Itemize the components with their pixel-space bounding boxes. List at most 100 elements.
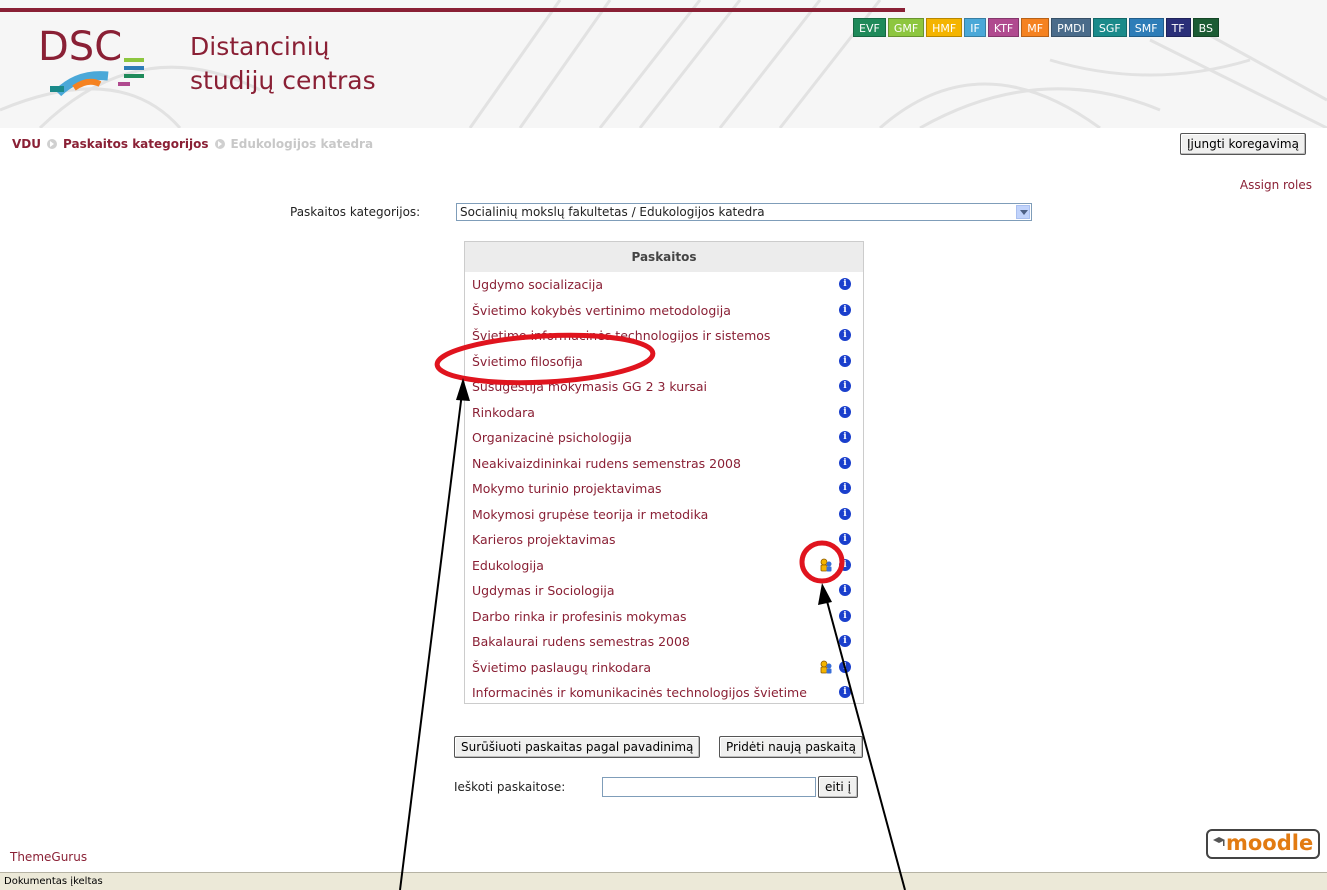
info-icon[interactable]: i xyxy=(839,405,851,418)
category-select[interactable]: Socialinių mokslų fakultetas / Edukologi… xyxy=(456,203,1032,221)
faculty-tab-evf[interactable]: EVF xyxy=(853,18,886,37)
course-link[interactable]: Susugestija mokymasis GG 2 3 kursai xyxy=(472,379,707,394)
site-name-line2: studijų centras xyxy=(190,66,376,95)
info-icon[interactable]: i xyxy=(839,329,851,341)
course-link[interactable]: Švietimo kokybės vertinimo metodologija xyxy=(472,303,731,318)
info-icon[interactable]: i xyxy=(839,278,851,290)
info-icon[interactable]: i xyxy=(839,660,851,673)
course-link[interactable]: Organizacinė psichologija xyxy=(472,430,632,445)
course-row: Mokymo turinio projektavimas i xyxy=(465,476,863,502)
breadcrumb-home[interactable]: VDU xyxy=(12,137,41,151)
sort-courses-button[interactable]: Surūšiuoti paskaitas pagal pavadinimą xyxy=(454,736,701,758)
course-link[interactable]: Edukologija xyxy=(472,558,544,573)
faculty-tabs: EVF GMF HMF IF KTF MF PMDI SGF SMF TF BS xyxy=(853,18,1219,37)
course-link[interactable]: Rinkodara xyxy=(472,405,535,420)
course-row: Švietimo filosofija i xyxy=(465,349,863,375)
assign-roles-link[interactable]: Assign roles xyxy=(1240,178,1312,192)
faculty-tab-bs[interactable]: BS xyxy=(1192,18,1219,37)
course-link[interactable]: Bakalaurai rudens semestras 2008 xyxy=(472,634,690,649)
info-icon[interactable]: i xyxy=(839,354,851,367)
course-row: Švietimo informacinės technologijos ir s… xyxy=(465,323,863,349)
info-icon[interactable]: i xyxy=(839,558,851,571)
info-icon[interactable]: i xyxy=(839,456,851,469)
course-link[interactable]: Karieros projektavimas xyxy=(472,532,616,547)
course-link[interactable]: Mokymosi grupėse teorija ir metodika xyxy=(472,507,708,522)
course-rows: Ugdymo socializacija i Švietimo kokybės ve… xyxy=(465,272,863,706)
breadcrumb: VDU Paskaitos kategorijos Edukologijos k… xyxy=(12,137,373,151)
course-row: Mokymosi grupėse teorija ir metodika i xyxy=(465,502,863,528)
course-row: Susugestija mokymasis GG 2 3 kursai i xyxy=(465,374,863,400)
breadcrumb-current: Edukologijos katedra xyxy=(230,137,374,151)
info-icon[interactable]: i xyxy=(839,533,851,545)
courses-list: Paskaitos Ugdymo socializacija i Švietimo … xyxy=(464,241,864,704)
info-icon[interactable]: i xyxy=(839,686,851,698)
theme-credit-link[interactable]: ThemeGurus xyxy=(10,850,87,864)
site-name: Distancinių studijų centras xyxy=(190,30,376,98)
faculty-tab-if[interactable]: IF xyxy=(964,18,986,37)
course-link[interactable]: Informacinės ir komunikacinės technologi… xyxy=(472,685,807,700)
breadcrumb-arrow-icon xyxy=(47,139,57,149)
course-link[interactable]: Neakivaizdininkai rudens semenstras 2008 xyxy=(472,456,741,471)
course-link[interactable]: Ugdymo socializacija xyxy=(472,277,603,292)
category-select-label: Paskaitos kategorijos: xyxy=(290,205,421,219)
breadcrumb-categories[interactable]: Paskaitos kategorijos xyxy=(63,137,209,151)
faculty-tab-mf[interactable]: MF xyxy=(1021,18,1050,37)
info-icon[interactable]: i xyxy=(839,380,851,392)
status-text: Dokumentas įkeltas xyxy=(4,876,103,887)
add-course-button[interactable]: Pridėti naują paskaitą xyxy=(719,736,863,758)
info-icon[interactable]: i xyxy=(839,303,851,316)
faculty-tab-tf[interactable]: TF xyxy=(1165,18,1191,37)
chevron-down-icon[interactable] xyxy=(1016,205,1030,219)
course-row: Ugdymas ir Sociologija i xyxy=(465,578,863,604)
breadcrumb-arrow-icon xyxy=(214,139,225,149)
course-link[interactable]: Mokymo turinio projektavimas xyxy=(472,481,662,496)
course-row: Bakalaurai rudens semestras 2008 i xyxy=(465,629,863,655)
faculty-tab-ktf[interactable]: KTF xyxy=(987,18,1020,37)
dsc-logo-icon: DSC xyxy=(38,24,144,97)
course-row: Ugdymo socializacija i xyxy=(465,272,863,298)
course-link[interactable]: Ugdymas ir Sociologija xyxy=(472,583,615,598)
course-link[interactable]: Darbo rinka ir profesinis mokymas xyxy=(472,609,687,624)
course-row: Organizacinė psichologija i xyxy=(465,425,863,451)
info-icon[interactable]: i xyxy=(839,609,851,622)
moodle-logo[interactable]: moodle xyxy=(1206,829,1320,859)
info-icon[interactable]: i xyxy=(839,431,851,443)
course-link[interactable]: Švietimo paslaugų rinkodara xyxy=(472,660,651,675)
guest-access-icon[interactable] xyxy=(819,558,833,572)
faculty-tab-gmf[interactable]: GMF xyxy=(887,18,925,37)
moodle-logo-text: moodle xyxy=(1226,831,1314,855)
guest-access-icon[interactable] xyxy=(819,660,833,674)
site-name-line1: Distancinių xyxy=(190,32,330,61)
info-icon[interactable]: i xyxy=(839,635,851,647)
course-row: Edukologija i xyxy=(465,553,863,579)
course-row: Darbo rinka ir profesinis mokymas i xyxy=(465,604,863,630)
course-link[interactable]: Švietimo filosofija xyxy=(472,354,583,369)
course-row: Informacinės ir komunikacinės technologi… xyxy=(465,680,863,706)
annotation-arrow-line-left xyxy=(399,384,464,890)
dsc-logo[interactable]: DSC xyxy=(28,18,158,101)
faculty-tab-hmf[interactable]: HMF xyxy=(926,18,963,37)
course-row: Rinkodara i xyxy=(465,400,863,426)
turn-editing-on-button[interactable]: Įjungti koregavimą xyxy=(1180,133,1306,155)
course-row: Švietimo kokybės vertinimo metodologija i xyxy=(465,298,863,324)
course-row: Karieros projektavimas i xyxy=(465,527,863,553)
search-label: Ieškoti paskaitose: xyxy=(454,780,566,794)
courses-heading: Paskaitos xyxy=(465,242,863,272)
course-link[interactable]: Švietimo informacinės technologijos ir s… xyxy=(472,328,770,343)
site-header: DSC Distancinių studijų centras EVF GMF HM… xyxy=(0,0,1327,128)
info-icon[interactable]: i xyxy=(839,584,851,596)
course-row: Švietimo paslaugų rinkodara i xyxy=(465,655,863,681)
faculty-tab-pmdi[interactable]: PMDI xyxy=(1051,18,1091,37)
graduation-cap-icon xyxy=(1213,837,1225,846)
category-select-value: Socialinių mokslų fakultetas / Edukologi… xyxy=(460,205,765,219)
search-input[interactable] xyxy=(602,777,816,797)
browser-status-bar: Dokumentas įkeltas xyxy=(0,872,1327,890)
info-icon[interactable]: i xyxy=(839,507,851,520)
logo-text: DSC xyxy=(38,24,122,70)
search-go-button[interactable]: eiti į xyxy=(818,776,858,798)
header-top-line xyxy=(0,8,905,12)
faculty-tab-sgf[interactable]: SGF xyxy=(1092,18,1127,37)
faculty-tab-smf[interactable]: SMF xyxy=(1128,18,1164,37)
info-icon[interactable]: i xyxy=(839,482,851,494)
course-row: Neakivaizdininkai rudens semenstras 2008… xyxy=(465,451,863,477)
